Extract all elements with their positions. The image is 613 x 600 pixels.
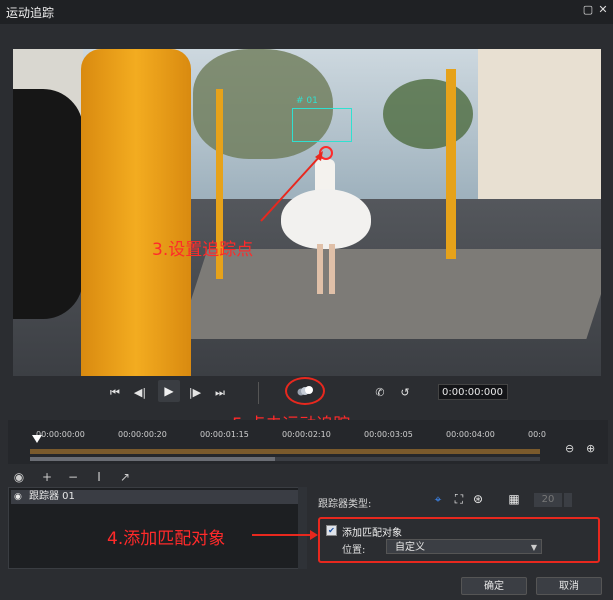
preview-dancer-leg xyxy=(329,244,335,294)
chevron-down-icon: ▼ xyxy=(530,543,537,552)
ok-button[interactable]: 确定 xyxy=(461,577,527,595)
video-preview[interactable]: # 01 3.设置追踪点 xyxy=(13,49,601,376)
annotation-add-match-object: 4.添加匹配对象 xyxy=(107,529,226,549)
window-title: 运动追踪 xyxy=(6,6,55,20)
cancel-button[interactable]: 取消 xyxy=(536,577,602,595)
step-forward-icon[interactable]: |▶ xyxy=(188,386,202,400)
timeline-tick: 00:00:02:10 xyxy=(282,430,331,439)
motion-tracking-icon xyxy=(297,386,313,396)
position-value: 自定义 xyxy=(395,542,425,553)
go-to-end-icon[interactable]: ⏭ xyxy=(213,386,227,400)
timeline-tick: 00:00:00:00 xyxy=(36,430,85,439)
tracking-box[interactable] xyxy=(292,108,352,142)
match-object-group: ✔ 添加匹配对象 位置: 自定义 ▼ xyxy=(318,517,600,563)
timecode-display[interactable]: 0:00:00:000 xyxy=(438,384,508,400)
tracker-item-label: 跟踪器 01 xyxy=(29,491,75,502)
remove-icon[interactable]: − xyxy=(66,470,80,484)
tracker-item[interactable]: ◉ 跟踪器 01 xyxy=(11,490,301,504)
playhead[interactable] xyxy=(32,435,42,443)
annotation-arrow-icon xyxy=(252,530,318,540)
step-back-icon[interactable]: ◀| xyxy=(133,386,147,400)
timeline-scrollbar[interactable] xyxy=(30,457,540,461)
mosaic-mode-icon[interactable]: ▦ xyxy=(506,491,522,507)
eye-icon[interactable]: ◉ xyxy=(14,490,22,504)
point-tracker-icon[interactable]: ⌖ xyxy=(430,491,446,507)
close-icon[interactable]: ✕ xyxy=(597,4,609,16)
rename-icon[interactable]: I xyxy=(92,470,106,484)
timeline-tick: 00:00:00:20 xyxy=(118,430,167,439)
annotation-set-tracking-point: 3.设置追踪点 xyxy=(152,240,254,260)
maximize-icon[interactable]: ▢ xyxy=(582,4,594,16)
history-icon[interactable]: ↺ xyxy=(398,386,412,400)
add-match-checkbox[interactable]: ✔ xyxy=(326,525,337,536)
preview-tree-right xyxy=(383,79,473,149)
preview-pole-right xyxy=(446,69,456,259)
area-tracker-icon[interactable]: ⛶ xyxy=(451,491,467,507)
title-bar: 运动追踪 ▢ ✕ xyxy=(0,0,613,24)
size-input[interactable]: 20 xyxy=(534,493,562,507)
tracker-settings-panel: 跟踪器类型: ⌖ ⛶ ⊛ ▦ 20 ✔ 添加匹配对象 位置: 自定义 ▼ xyxy=(310,487,605,571)
size-stepper[interactable] xyxy=(564,493,572,507)
motion-tracking-button[interactable] xyxy=(285,377,325,405)
tracking-box-label: # 01 xyxy=(296,96,318,106)
transport-controls: ⏮ ◀| ▶ |▶ ⏭ ✆ ↺ 0:00:00:000 xyxy=(0,376,613,410)
zoom-out-icon[interactable]: ⊖ xyxy=(565,442,579,456)
add-match-label: 添加匹配对象 xyxy=(342,528,402,539)
export-icon[interactable]: ↗ xyxy=(118,470,132,484)
timeline-track[interactable] xyxy=(30,449,540,454)
position-dropdown[interactable]: 自定义 ▼ xyxy=(386,539,542,554)
annotation-arrow-icon xyxy=(260,151,323,222)
timeline-tick: 00:00:04:00 xyxy=(446,430,495,439)
preview-foreground-dark xyxy=(13,89,83,319)
tracker-toolbar: ◉ + − I ↗ xyxy=(8,470,304,486)
preview-foreground-pole xyxy=(81,49,191,376)
play-button[interactable]: ▶ xyxy=(158,380,180,402)
timeline-tick: 00:00:03:05 xyxy=(364,430,413,439)
mosaic-tracker-icon[interactable]: ⊛ xyxy=(470,491,486,507)
phone-icon[interactable]: ✆ xyxy=(373,386,387,400)
timeline-ruler: 00:00:00:00 00:00:00:20 00:00:01:15 00:0… xyxy=(8,430,546,442)
tracker-type-label: 跟踪器类型: xyxy=(318,499,372,510)
position-label: 位置: xyxy=(342,545,366,556)
timeline[interactable]: 00:00:00:00 00:00:00:20 00:00:01:15 00:0… xyxy=(8,420,608,464)
zoom-in-icon[interactable]: ⊕ xyxy=(586,442,600,456)
timeline-tick: 00:00:01:15 xyxy=(200,430,249,439)
eye-icon[interactable]: ◉ xyxy=(12,470,26,484)
transport-divider xyxy=(258,382,259,404)
go-to-start-icon[interactable]: ⏮ xyxy=(108,386,122,400)
play-icon: ▶ xyxy=(164,384,174,398)
preview-sidewalk xyxy=(178,249,601,339)
preview-dancer-leg xyxy=(317,244,323,294)
add-icon[interactable]: + xyxy=(40,470,54,484)
timeline-scrollbar-thumb[interactable] xyxy=(30,457,275,461)
timeline-tick: 00:0 xyxy=(528,430,546,439)
